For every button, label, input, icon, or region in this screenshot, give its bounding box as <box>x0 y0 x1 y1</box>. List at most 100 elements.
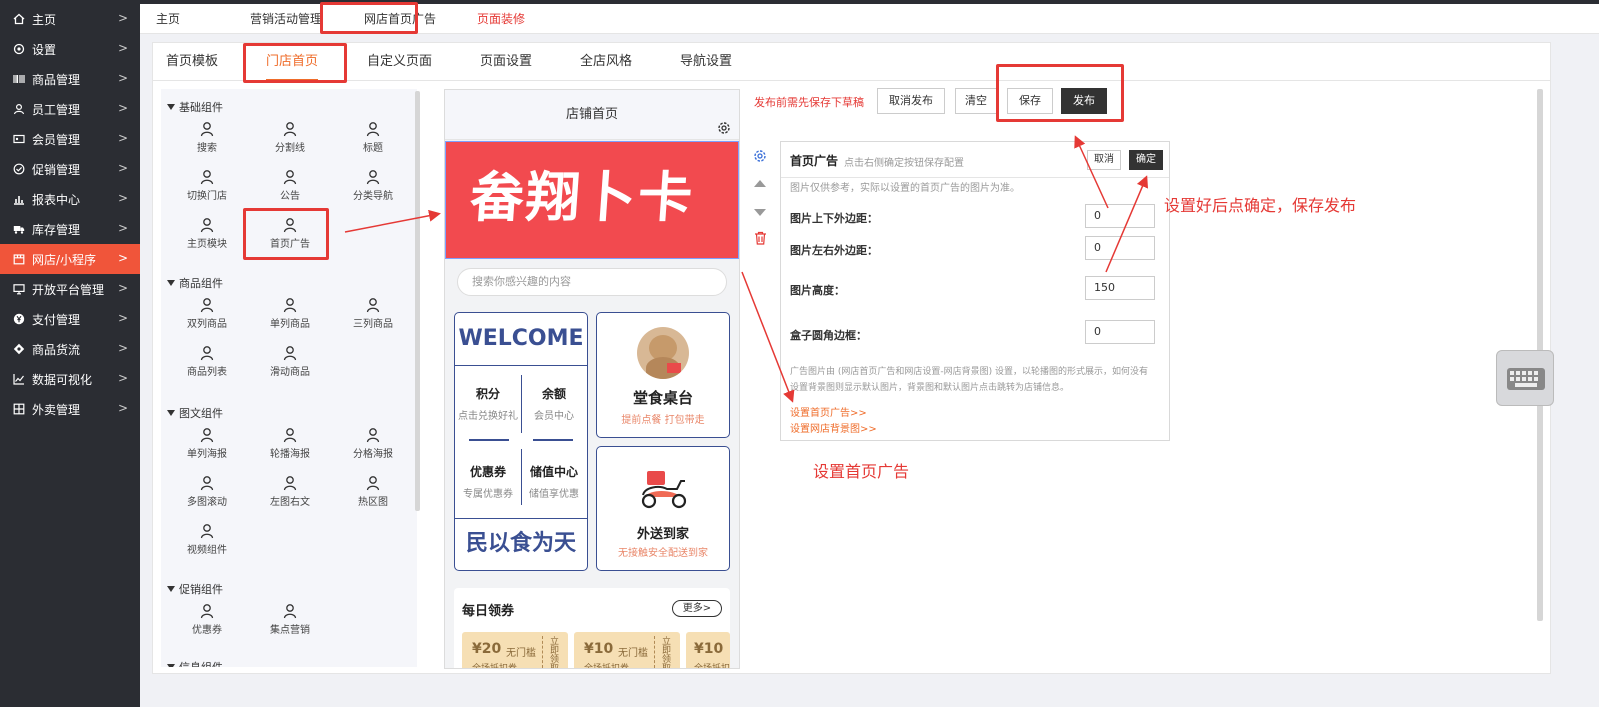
sidebar-item-label: 开放平台管理 <box>32 282 105 297</box>
border-radius-input[interactable]: 0 <box>1085 320 1155 344</box>
margin-horizontal-input[interactable]: 0 <box>1085 236 1155 260</box>
component-video[interactable]: 视频组件 <box>177 521 237 565</box>
component-product-list[interactable]: 商品列表 <box>177 343 237 387</box>
daily-coupon-title: 每日领券 <box>462 604 515 619</box>
sidebar-item-payment[interactable]: 支付管理 > <box>0 304 140 334</box>
editor-desc: 图片仅供参考，实际以设置的首页广告的图片为准。 <box>790 183 1020 194</box>
component-switch-store[interactable]: 切换门店 <box>177 167 237 211</box>
component-coupon[interactable]: 优惠券 <box>177 601 237 645</box>
stored-title[interactable]: 储值中心 <box>521 463 587 480</box>
phone-header: 店铺首页 <box>445 90 739 140</box>
group-basic[interactable]: 基础组件 <box>167 99 223 115</box>
dine-sub: 提前点餐 打包带走 <box>621 415 705 426</box>
set-home-ad-link[interactable]: 设置首页广告>> <box>790 404 867 419</box>
move-up-icon[interactable] <box>753 177 767 187</box>
component-multi-scroll[interactable]: 多图滚动 <box>177 473 237 517</box>
component-notice[interactable]: 公告 <box>260 167 320 211</box>
component-carousel-poster[interactable]: 轮播海报 <box>260 425 320 469</box>
sidebar-item-online-store[interactable]: 网店/小程序 > <box>0 244 140 274</box>
person-icon <box>283 170 297 185</box>
person-icon <box>283 428 297 443</box>
editor-confirm-button[interactable]: 确定 <box>1129 150 1163 170</box>
coupon-title[interactable]: 优惠券 <box>455 463 521 480</box>
palette-scrollbar[interactable] <box>415 91 420 511</box>
tab-home[interactable]: 主页 <box>156 4 180 34</box>
coupon-card[interactable]: ¥10 全场抵扣 <box>686 632 730 668</box>
person-icon <box>283 298 297 313</box>
component-single-list[interactable]: 单列商品 <box>260 295 320 339</box>
image-height-input[interactable]: 150 <box>1085 276 1155 300</box>
component-single-poster[interactable]: 单列海报 <box>177 425 237 469</box>
dine-in-box[interactable]: 堂食桌台 提前点餐 打包带走 <box>596 312 730 438</box>
editor-cancel-button[interactable]: 取消 <box>1087 150 1121 170</box>
sidebar-item-products[interactable]: 商品管理 > <box>0 64 140 94</box>
delivery-box[interactable]: 外送到家 无接触安全配送到家 <box>596 446 730 571</box>
floating-keyboard-button[interactable] <box>1496 350 1554 406</box>
phone-preview: 店铺首页 畚翔卜卡 搜索你感兴趣的内容 WELCOME 积分 点击兑换好礼 余额… <box>444 89 740 669</box>
margin-horizontal-label: 图片左右外边距： <box>790 244 878 257</box>
component-label: 视频组件 <box>187 545 227 556</box>
component-home-module[interactable]: 主页模块 <box>177 215 237 259</box>
coupon-action[interactable]: 立即领取 <box>546 636 558 668</box>
more-button[interactable]: 更多> <box>672 600 722 617</box>
tab-marketing[interactable]: 营销活动管理 <box>250 4 322 34</box>
group-graphics[interactable]: 图文组件 <box>167 405 223 421</box>
stored-sub: 储值享优惠 <box>529 489 579 500</box>
chevron-right-icon: > <box>117 281 128 295</box>
cancel-publish-button[interactable]: 取消发布 <box>877 88 945 114</box>
sidebar-item-reports[interactable]: 报表中心 > <box>0 184 140 214</box>
sidebar-item-home[interactable]: 主页 > <box>0 4 140 34</box>
component-slide-products[interactable]: 滑动商品 <box>260 343 320 387</box>
truck-icon <box>12 222 26 236</box>
move-down-icon[interactable] <box>753 207 767 217</box>
trash-icon[interactable] <box>754 231 767 245</box>
sidebar-item-takeout[interactable]: 外卖管理 > <box>0 394 140 424</box>
subtab-custom-page[interactable]: 自定义页面 <box>367 43 432 81</box>
sidebar-item-promotions[interactable]: 促销管理 > <box>0 154 140 184</box>
component-hotspot[interactable]: 热区图 <box>343 473 403 517</box>
divider <box>654 636 655 668</box>
subtab-home-template[interactable]: 首页模板 <box>166 43 218 81</box>
divider <box>455 518 587 519</box>
sidebar-item-data-visualization[interactable]: 数据可视化 > <box>0 364 140 394</box>
tab-page-decoration[interactable]: 页面装修 <box>477 4 525 34</box>
margin-vertical-label: 图片上下外边距： <box>790 212 878 225</box>
component-left-image-text[interactable]: 左图右文 <box>260 473 320 517</box>
subtab-store-style[interactable]: 全店风格 <box>580 43 632 81</box>
gear-icon[interactable] <box>717 107 731 134</box>
component-triple-list[interactable]: 三列商品 <box>343 295 403 339</box>
balance-title[interactable]: 余额 <box>521 385 587 402</box>
banner-text: 畚翔卜卡 <box>467 166 697 229</box>
margin-vertical-input[interactable]: 0 <box>1085 204 1155 228</box>
sidebar-item-inventory[interactable]: 库存管理 > <box>0 214 140 244</box>
points-title[interactable]: 积分 <box>455 385 521 402</box>
component-double-list[interactable]: 双列商品 <box>177 295 237 339</box>
component-title[interactable]: 标题 <box>343 119 403 163</box>
component-category-nav[interactable]: 分类导航 <box>343 167 403 211</box>
sidebar-item-staff[interactable]: 员工管理 > <box>0 94 140 124</box>
home-ad-banner[interactable]: 畚翔卜卡 <box>445 141 739 259</box>
subtab-nav-settings[interactable]: 导航设置 <box>680 43 732 81</box>
set-store-background-link[interactable]: 设置网店背景图>> <box>790 420 877 435</box>
group-products[interactable]: 商品组件 <box>167 275 223 291</box>
coupon-card[interactable]: ¥10 无门槛 全场抵扣券 立即领取 <box>574 632 680 668</box>
clear-button[interactable]: 清空 <box>955 88 997 114</box>
component-points-marketing[interactable]: 集点营销 <box>260 601 320 645</box>
group-promotions[interactable]: 促销组件 <box>167 581 223 597</box>
group-info[interactable]: 信息组件 <box>167 659 223 667</box>
component-grid-poster[interactable]: 分格海报 <box>343 425 403 469</box>
coupon-card[interactable]: ¥20 无门槛 全场抵扣券 立即领取 <box>462 632 568 668</box>
subtab-page-settings[interactable]: 页面设置 <box>480 43 532 81</box>
component-search[interactable]: 搜索 <box>177 119 237 163</box>
sidebar-item-settings[interactable]: 设置 > <box>0 34 140 64</box>
member-box[interactable]: WELCOME 积分 点击兑换好礼 余额 会员中心 优惠券 专属优惠券 储值中心… <box>454 312 588 571</box>
sidebar-item-open-platform[interactable]: 开放平台管理 > <box>0 274 140 304</box>
sidebar-item-goods-flow[interactable]: 商品货流 > <box>0 334 140 364</box>
gear-icon[interactable] <box>753 149 767 163</box>
component-divider[interactable]: 分割线 <box>260 119 320 163</box>
person-icon <box>200 122 214 137</box>
sidebar-item-members[interactable]: 会员管理 > <box>0 124 140 154</box>
collapse-triangle-icon <box>167 104 175 110</box>
coupon-action[interactable]: 立即领取 <box>658 636 670 668</box>
phone-search-input[interactable]: 搜索你感兴趣的内容 <box>457 268 727 296</box>
